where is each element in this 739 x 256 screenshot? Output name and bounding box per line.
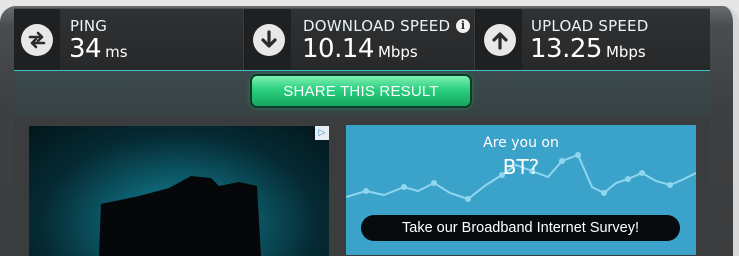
info-icon[interactable]: i (456, 19, 470, 33)
share-result-button[interactable]: SHARE THIS RESULT (252, 76, 470, 106)
ping-unit: ms (105, 43, 128, 61)
upload-unit: Mbps (605, 43, 646, 61)
ping-value: 34 (69, 34, 102, 64)
upload-value-line: 13.25 Mbps (530, 34, 646, 64)
ad-choices-icon[interactable]: ▷ (315, 126, 329, 140)
swap-arrows-icon (21, 24, 53, 56)
download-unit: Mbps (377, 43, 418, 61)
download-value-line: 10.14 Mbps (302, 34, 418, 64)
ping-value-line: 34 ms (69, 34, 128, 64)
survey-question-line1: Are you on (483, 135, 559, 151)
ping-stat: PING 34 ms (14, 9, 245, 70)
upload-value: 13.25 (530, 34, 602, 64)
upload-stat: UPLOAD SPEED 13.25 Mbps (476, 9, 710, 70)
router-silhouette-icon (99, 176, 261, 256)
upload-label: UPLOAD SPEED (531, 17, 649, 35)
left-advertisement[interactable]: ▷ (29, 126, 329, 256)
download-label: DOWNLOAD SPEED (303, 17, 451, 35)
upload-arrow-icon (484, 24, 516, 56)
survey-advertisement[interactable]: Are you on BT? Take our Broadband Intern… (346, 125, 696, 255)
download-arrow-icon (253, 24, 285, 56)
survey-question-line2: BT? (502, 155, 540, 179)
survey-cta-button[interactable]: Take our Broadband Internet Survey! (361, 215, 680, 241)
download-stat: DOWNLOAD SPEED 10.14 Mbps i (245, 9, 476, 70)
ping-label: PING (70, 17, 108, 35)
download-value: 10.14 (302, 34, 374, 64)
results-bar: PING 34 ms DOWNLOAD SPEED 10.14 Mbps i UPL… (14, 8, 710, 70)
